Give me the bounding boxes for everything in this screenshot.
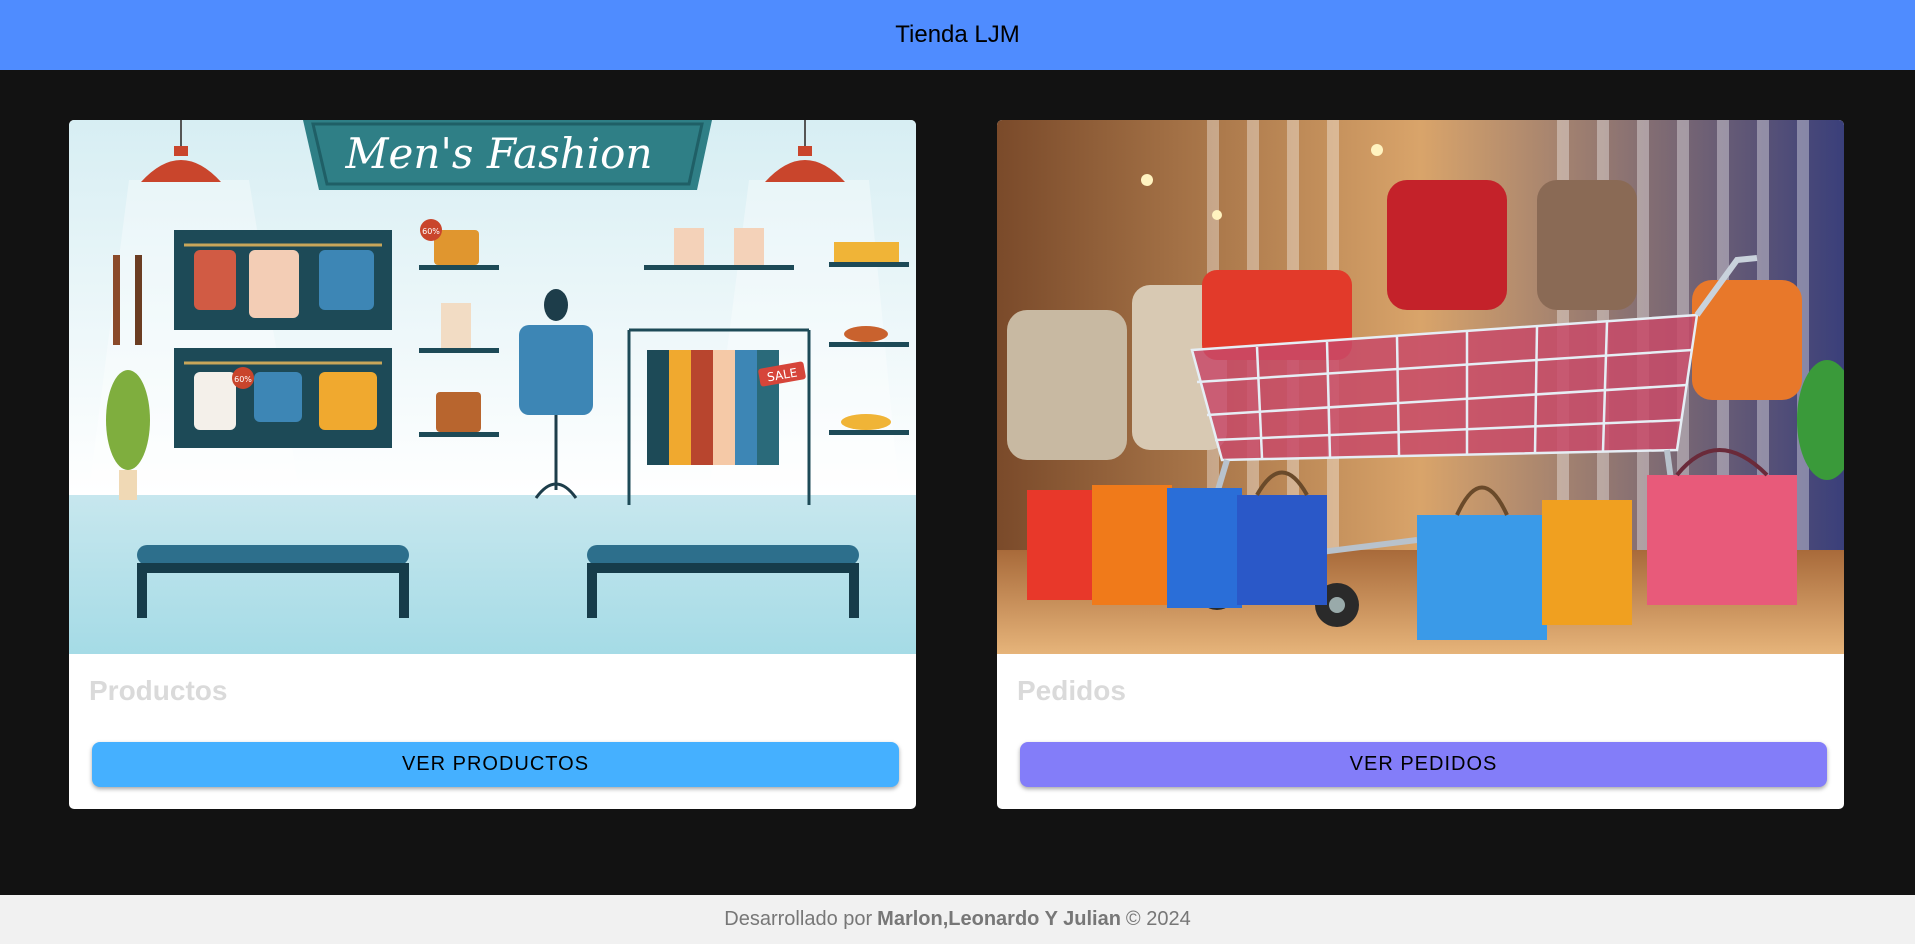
products-card: Men's Fashion 60% 60% SALE Productos VER… xyxy=(69,120,916,809)
badge-text-1: 60% xyxy=(422,227,440,236)
orders-image xyxy=(997,120,1844,654)
products-image: Men's Fashion 60% 60% SALE xyxy=(69,120,916,654)
view-orders-button[interactable]: VER PEDIDOS xyxy=(1020,742,1827,787)
orders-title: Pedidos xyxy=(1017,675,1126,706)
footer: Desarrollado por Marlon,Leonardo Y Julia… xyxy=(0,895,1915,944)
site-title: Tienda LJM xyxy=(895,21,1020,48)
footer-prefix: Desarrollado por xyxy=(724,908,873,930)
orders-card: Pedidos VER PEDIDOS xyxy=(997,120,1844,809)
footer-authors: Marlon,Leonardo Y Julian xyxy=(877,908,1121,930)
badge-text-2: 60% xyxy=(234,375,252,384)
footer-copyright: © 2024 xyxy=(1125,908,1191,930)
banner-text: Men's Fashion xyxy=(344,129,652,178)
top-header: Tienda LJM xyxy=(0,0,1915,70)
view-products-button[interactable]: VER PRODUCTOS xyxy=(92,742,899,787)
products-title: Productos xyxy=(89,675,228,706)
